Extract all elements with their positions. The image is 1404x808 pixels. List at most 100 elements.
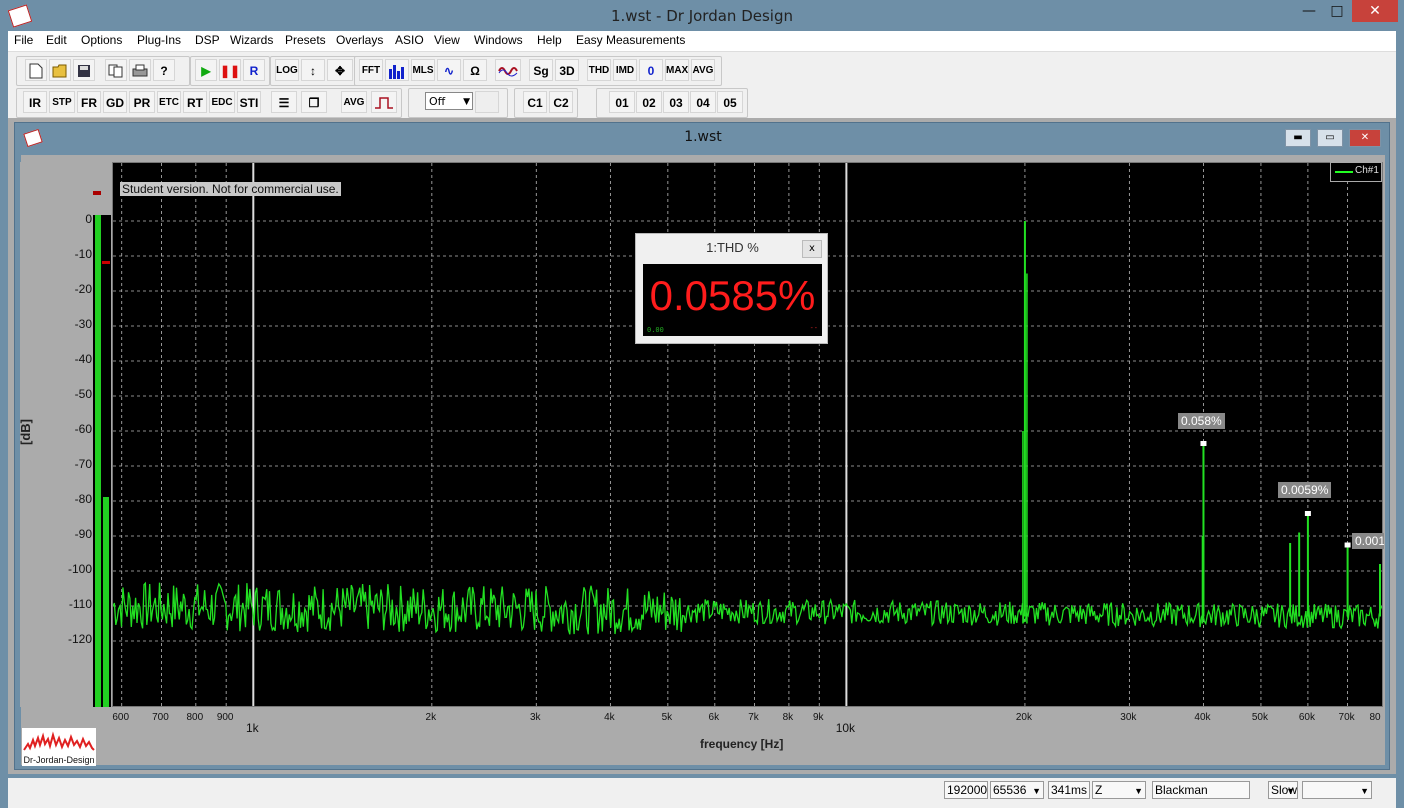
log-button[interactable]: LOG	[275, 59, 299, 81]
fr-button[interactable]: FR	[77, 91, 101, 113]
save-icon[interactable]	[73, 59, 95, 81]
transport-toolbar: ▶ ❚❚ R	[190, 56, 270, 86]
c1-button[interactable]: C1	[523, 91, 547, 113]
ohm-icon[interactable]: Ω	[463, 59, 487, 81]
status-weighting-select[interactable]: Z ▼	[1092, 781, 1146, 799]
child-maximize-button[interactable]: ▭	[1317, 129, 1343, 147]
overlay-03-button[interactable]: 03	[663, 91, 689, 113]
overlay-04-button[interactable]: 04	[690, 91, 716, 113]
harmonic-annotation-2: 0.058%	[1178, 413, 1225, 429]
legend-label: Ch#1	[1355, 165, 1379, 176]
thd-button[interactable]: THD	[587, 59, 611, 81]
pulse-icon[interactable]	[371, 91, 397, 113]
menu-view[interactable]: View	[434, 33, 460, 47]
logo-waveform-icon	[23, 731, 95, 751]
zero-button[interactable]: 0	[639, 59, 663, 81]
sg-button[interactable]: Sg	[529, 59, 553, 81]
open-folder-icon[interactable]	[49, 59, 71, 81]
menu-presets[interactable]: Presets	[285, 33, 326, 47]
meter-bar-right	[103, 496, 109, 707]
overlay-05-button[interactable]: 05	[717, 91, 743, 113]
properties-icon[interactable]: ☰	[271, 91, 297, 113]
print-icon[interactable]	[129, 59, 151, 81]
off-select[interactable]: Off ▼	[425, 92, 473, 110]
help-icon[interactable]: ?	[153, 59, 175, 81]
peak-marker	[1200, 441, 1207, 446]
avg2-button[interactable]: AVG	[341, 91, 367, 113]
new-file-icon[interactable]	[25, 59, 47, 81]
overlay-02-button[interactable]: 02	[636, 91, 662, 113]
windows-icon[interactable]: ❐	[301, 91, 327, 113]
stp-button[interactable]: STP	[49, 91, 75, 113]
off-extra-button[interactable]	[475, 91, 499, 113]
chevron-down-icon: ▼	[1032, 786, 1041, 796]
ir-button[interactable]: IR	[23, 91, 47, 113]
dr-jordan-design-logo: Dr-Jordan-Design	[22, 728, 96, 766]
y-tick-label: -80	[74, 492, 92, 506]
chevron-down-icon: ▼	[463, 97, 470, 107]
child-minimize-button[interactable]: ▬	[1285, 129, 1311, 147]
legend: Ch#1	[1330, 162, 1382, 182]
menu-wizards[interactable]: Wizards	[230, 33, 273, 47]
peak-marker	[1304, 511, 1311, 516]
status-weighting-value: Z	[1095, 783, 1103, 797]
child-close-button[interactable]: ✕	[1349, 129, 1381, 147]
play-icon[interactable]: ▶	[195, 59, 217, 81]
edc-button[interactable]: EDC	[209, 91, 235, 113]
copy-icon[interactable]	[105, 59, 127, 81]
menu-windows[interactable]: Windows	[474, 33, 523, 47]
max-button[interactable]: MAX	[665, 59, 689, 81]
menu-dsp[interactable]: DSP	[195, 33, 220, 47]
sti-button[interactable]: STI	[237, 91, 261, 113]
waveform-icon[interactable]	[495, 59, 521, 81]
menu-help[interactable]: Help	[537, 33, 562, 47]
meter-peak-marker	[102, 261, 110, 264]
menu-edit[interactable]: Edit	[46, 33, 67, 47]
fft-button[interactable]: FFT	[359, 59, 383, 81]
menu-file[interactable]: File	[14, 33, 33, 47]
etc-button[interactable]: ETC	[157, 91, 181, 113]
status-speed-select[interactable]: Slow ▼	[1268, 781, 1298, 799]
gd-button[interactable]: GD	[103, 91, 127, 113]
y-tick-label: 0	[85, 212, 92, 226]
window-title: 1.wst - Dr Jordan Design	[611, 7, 793, 25]
sine-wave-icon[interactable]: ∿	[437, 59, 461, 81]
pause-icon[interactable]: ❚❚	[219, 59, 241, 81]
close-button[interactable]: ✕	[1352, 0, 1398, 22]
3d-button[interactable]: 3D	[555, 59, 579, 81]
c2-button[interactable]: C2	[549, 91, 573, 113]
pr-button[interactable]: PR	[129, 91, 155, 113]
rt-button[interactable]: RT	[183, 91, 207, 113]
pan-icon[interactable]: ✥	[327, 59, 353, 81]
title-bar: 1.wst - Dr Jordan Design — □ ✕	[0, 0, 1404, 32]
y-tick-label: -70	[74, 457, 92, 471]
maximize-button[interactable]: □	[1322, 0, 1352, 22]
x-tick-label-major: 10k	[835, 721, 856, 735]
child-window-title: 1.wst	[684, 129, 722, 145]
vertical-zoom-icon[interactable]: ↕	[301, 59, 325, 81]
record-r-button[interactable]: R	[243, 59, 265, 81]
menu-easy-measurements[interactable]: Easy Measurements	[576, 33, 685, 47]
status-fft-size-select[interactable]: 65536 ▼	[990, 781, 1044, 799]
menu-overlays[interactable]: Overlays	[336, 33, 383, 47]
menu-plug-ins[interactable]: Plug-Ins	[137, 33, 181, 47]
level-meter	[93, 215, 111, 707]
avg-button[interactable]: AVG	[691, 59, 715, 81]
overlay-01-button[interactable]: 01	[609, 91, 635, 113]
thd-panel[interactable]: 1:THD % x 0.0585% 0.00 --	[635, 233, 828, 344]
menu-options[interactable]: Options	[81, 33, 122, 47]
x-tick-label: 6k	[708, 712, 720, 723]
off-select-value: Off	[429, 95, 446, 108]
x-tick-label: 900	[216, 712, 234, 723]
mls-button[interactable]: MLS	[411, 59, 435, 81]
thd-close-button[interactable]: x	[802, 240, 822, 258]
y-tick-label: -30	[74, 317, 92, 331]
minimize-button[interactable]: —	[1294, 0, 1324, 22]
meter-bar-left	[95, 215, 101, 707]
spectrum-bars-icon[interactable]	[385, 59, 409, 81]
toolbar-area: ? ▶ ❚❚ R LOG ↕ ✥ FFT MLS ∿ Ω Sg 3D THD I…	[8, 51, 1396, 119]
menu-asio[interactable]: ASIO	[395, 33, 424, 47]
status-duration: 341ms	[1048, 781, 1090, 799]
imd-button[interactable]: IMD	[613, 59, 637, 81]
status-extra-select[interactable]: ▼	[1302, 781, 1372, 799]
